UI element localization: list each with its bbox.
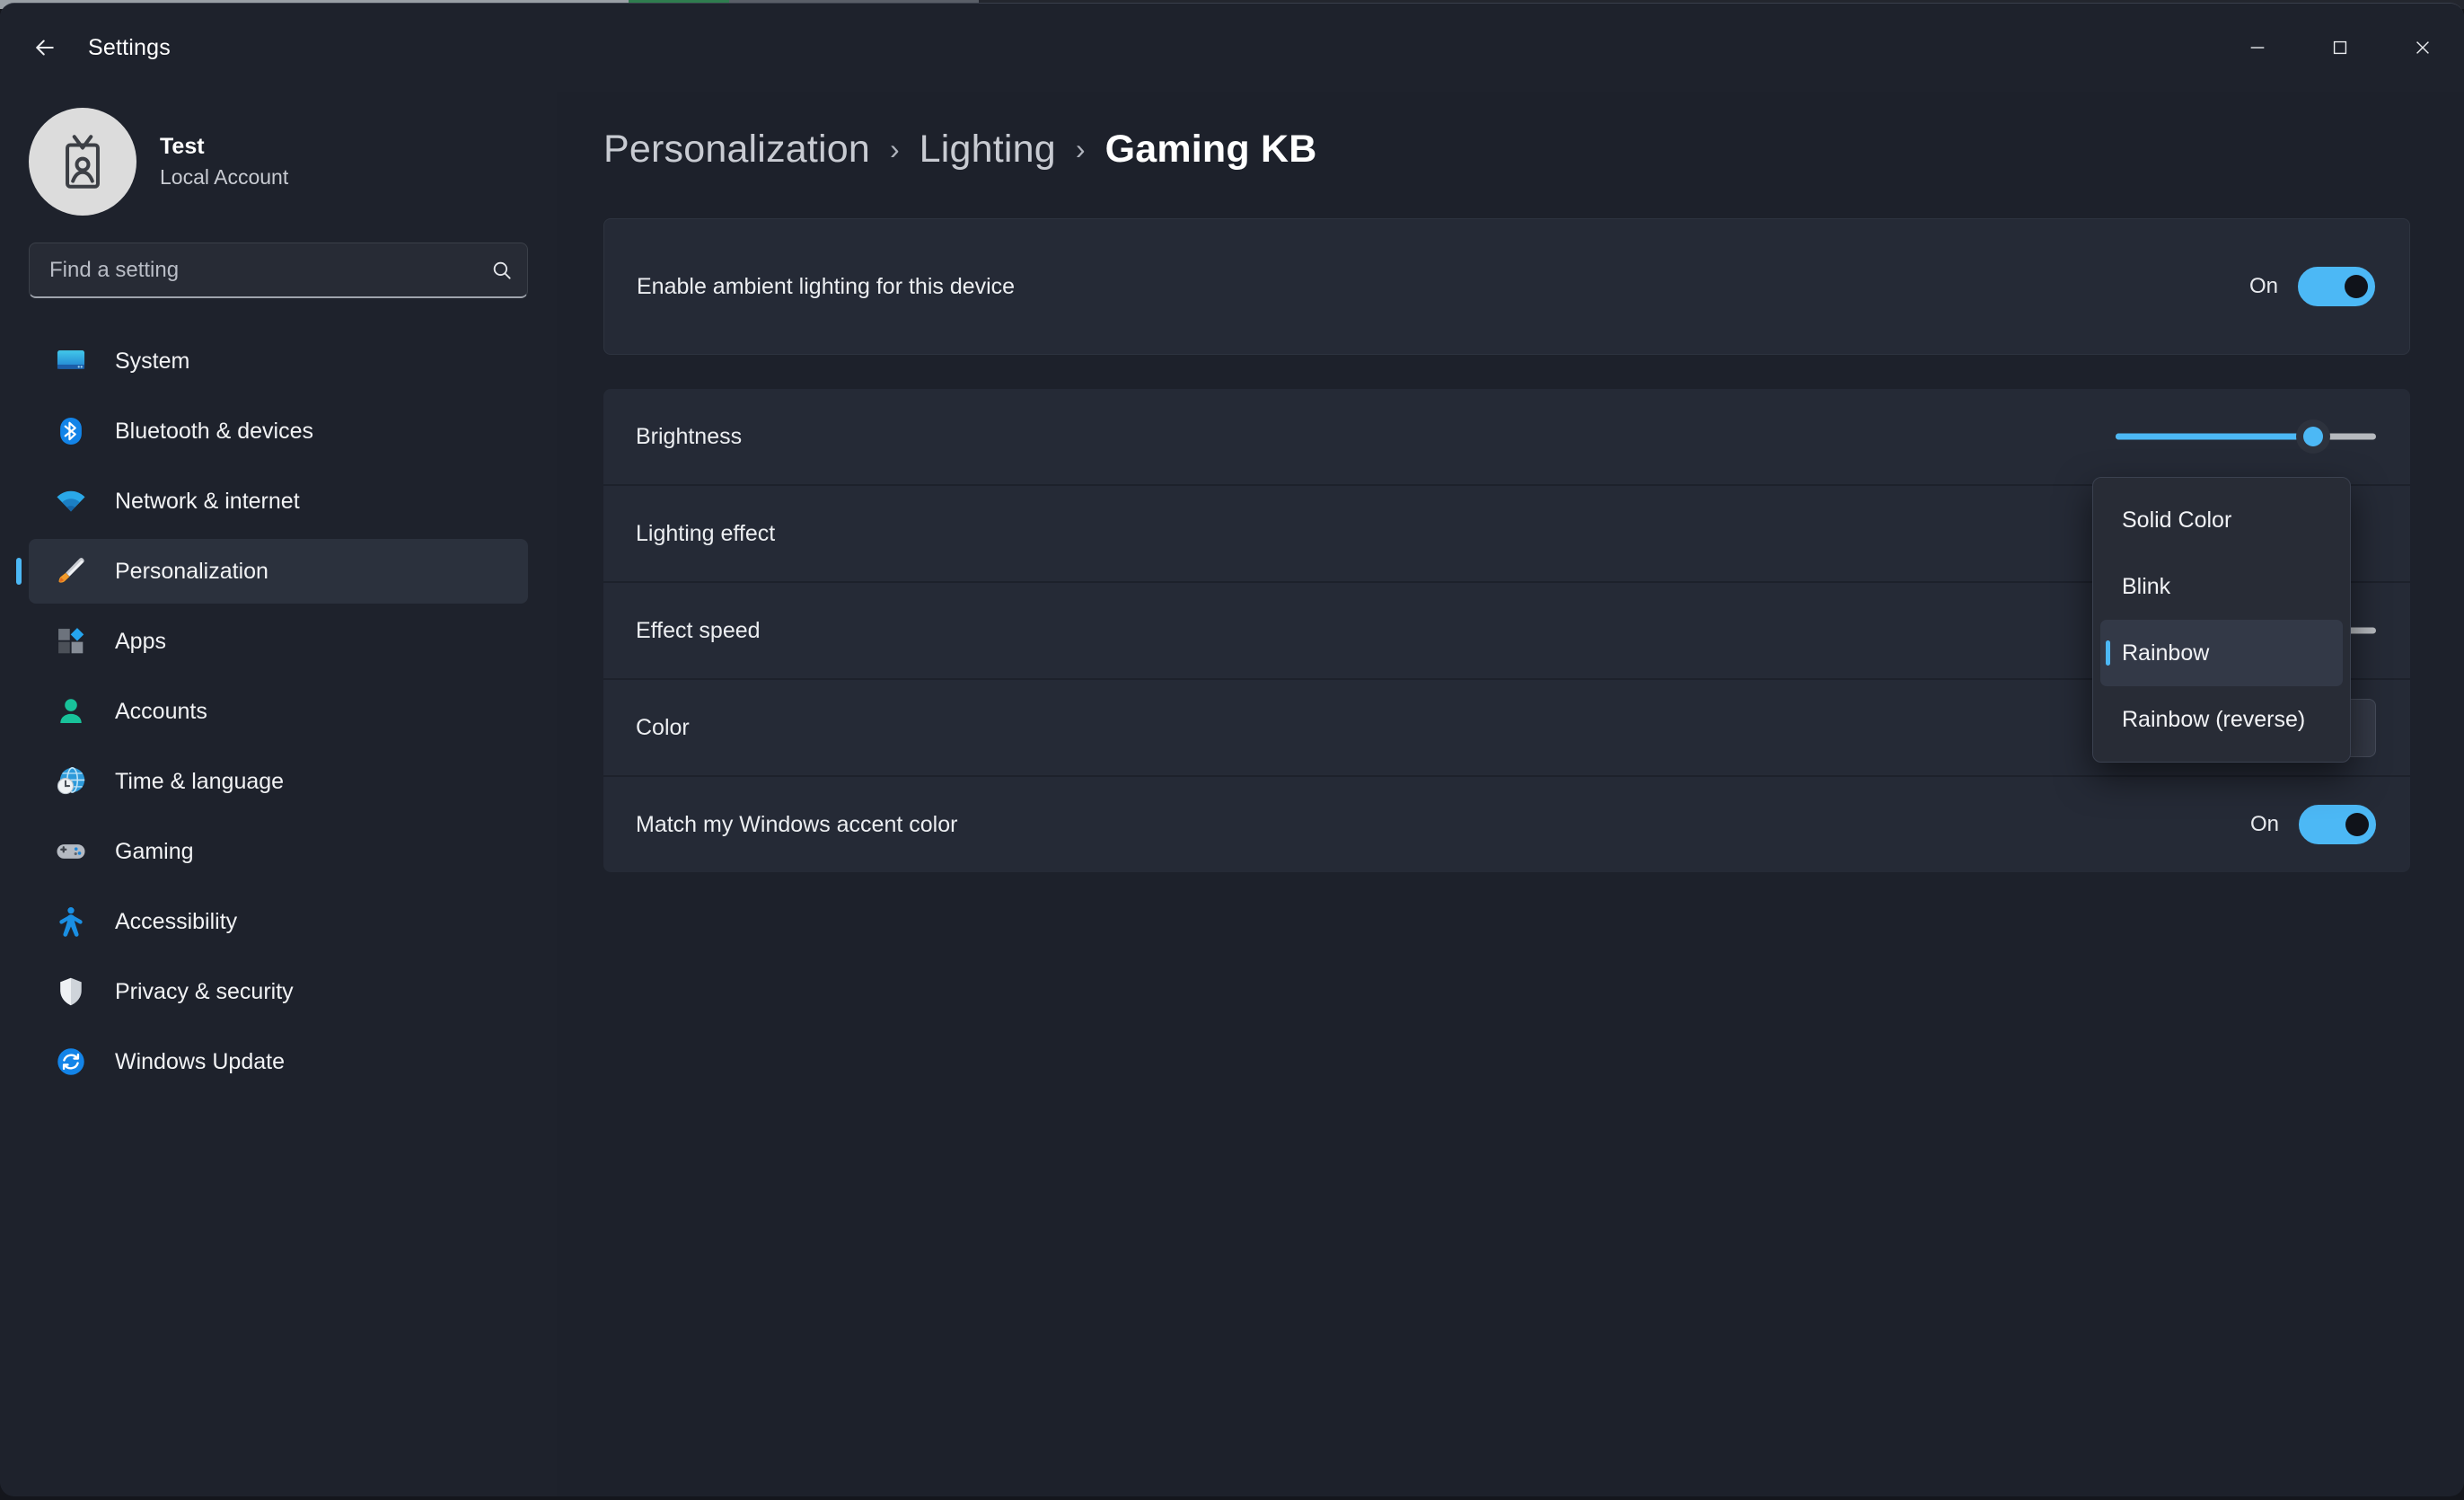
sidebar: Test Local Account Find a setting System… <box>0 92 557 1496</box>
dropdown-option-blink[interactable]: Blink <box>2100 553 2343 620</box>
sidebar-item-label: Time & language <box>115 768 285 794</box>
lighting-effect-label: Lighting effect <box>636 520 776 546</box>
lighting-effect-dropdown: Solid Color Blink Rainbow Rainbow (rever… <box>2092 477 2351 763</box>
toggle-knob <box>2345 813 2369 836</box>
search-icon <box>493 261 511 279</box>
ambient-lighting-toggle-group: On <box>2249 267 2375 306</box>
sidebar-item-label: Accounts <box>115 698 207 724</box>
chevron-right-icon: › <box>890 133 900 165</box>
accessibility-icon <box>50 904 92 940</box>
sidebar-item-label: Bluetooth & devices <box>115 418 313 444</box>
dropdown-option-rainbow-reverse[interactable]: Rainbow (reverse) <box>2100 686 2343 753</box>
ambient-lighting-toggle[interactable] <box>2298 267 2375 306</box>
brightness-row: Brightness <box>603 389 2410 484</box>
account-type: Local Account <box>160 165 289 190</box>
paintbrush-icon <box>50 553 92 589</box>
breadcrumb-lighting[interactable]: Lighting <box>920 128 1056 172</box>
account-block[interactable]: Test Local Account <box>0 92 557 216</box>
apps-icon <box>50 623 92 659</box>
window-title: Settings <box>88 34 171 60</box>
dropdown-option-solid-color[interactable]: Solid Color <box>2100 487 2343 553</box>
maximize-button[interactable] <box>2299 4 2381 92</box>
search-button[interactable] <box>477 259 527 282</box>
gamepad-icon <box>50 834 92 869</box>
color-label: Color <box>636 714 690 740</box>
sidebar-item-label: Apps <box>115 628 166 654</box>
ambient-lighting-toggle-state: On <box>2248 274 2278 298</box>
ambient-lighting-card: Enable ambient lighting for this device … <box>603 218 2410 355</box>
brightness-slider[interactable] <box>2116 417 2376 456</box>
match-accent-toggle-state: On <box>2249 812 2279 836</box>
slider-fill <box>2116 433 2314 440</box>
sidebar-item-accessibility[interactable]: Accessibility <box>29 889 528 954</box>
clock-globe-icon <box>50 763 92 799</box>
chevron-right-icon: › <box>1075 133 1086 165</box>
match-accent-label: Match my Windows accent color <box>636 811 958 837</box>
sidebar-item-apps[interactable]: Apps <box>29 609 528 674</box>
sidebar-item-label: Privacy & security <box>115 978 294 1004</box>
back-arrow-icon <box>36 40 54 56</box>
monitor-icon <box>50 343 92 379</box>
breadcrumb-personalization[interactable]: Personalization <box>603 128 870 172</box>
close-button[interactable] <box>2381 4 2464 92</box>
settings-window: Settings Test Local Account Find a setti… <box>0 3 2464 1496</box>
sidebar-item-label: System <box>115 348 190 374</box>
window-controls <box>2216 4 2464 92</box>
search-box[interactable] <box>29 243 528 298</box>
desktop-background: Settings Test Local Account Find a setti… <box>0 0 2464 1500</box>
account-name: Test <box>160 133 205 159</box>
sidebar-item-windows-update[interactable]: Windows Update <box>29 1029 528 1094</box>
minimize-button[interactable] <box>2216 4 2299 92</box>
title-bar: Settings <box>0 4 2464 92</box>
effect-speed-label: Effect speed <box>636 617 761 643</box>
brightness-label: Brightness <box>636 423 743 449</box>
breadcrumb: Personalization › Lighting › Gaming KB <box>557 92 2464 172</box>
main-content: Personalization › Lighting › Gaming KB E… <box>557 92 2464 1496</box>
toggle-knob <box>2345 275 2368 298</box>
minimize-icon <box>2250 47 2265 49</box>
page-title: Gaming KB <box>1104 128 1317 171</box>
slider-thumb[interactable] <box>2296 419 2331 454</box>
back-button[interactable] <box>16 19 74 76</box>
sidebar-item-label: Gaming <box>115 838 194 864</box>
match-accent-toggle[interactable] <box>2299 805 2376 844</box>
wifi-icon <box>50 483 92 519</box>
sidebar-item-label: Network & internet <box>115 488 300 514</box>
bluetooth-icon <box>50 413 92 449</box>
sidebar-item-network-internet[interactable]: Network & internet <box>29 469 528 534</box>
sidebar-item-privacy-security[interactable]: Privacy & security <box>29 959 528 1024</box>
sidebar-item-personalization[interactable]: Personalization <box>29 539 528 604</box>
match-accent-toggle-group: On <box>2250 805 2376 844</box>
person-icon <box>50 693 92 729</box>
sidebar-item-accounts[interactable]: Accounts <box>29 679 528 744</box>
sidebar-nav: System Bluetooth & devices Network & int… <box>0 329 557 1094</box>
settings-cards: Enable ambient lighting for this device … <box>557 172 2464 872</box>
search-input[interactable] <box>30 243 477 296</box>
sidebar-item-label: Accessibility <box>115 908 238 934</box>
sidebar-item-bluetooth-devices[interactable]: Bluetooth & devices <box>29 399 528 463</box>
sidebar-item-label: Personalization <box>115 558 268 584</box>
id-badge-icon <box>66 135 100 189</box>
dropdown-option-rainbow[interactable]: Rainbow <box>2100 620 2343 686</box>
avatar <box>29 108 136 216</box>
sidebar-item-system[interactable]: System <box>29 329 528 393</box>
sidebar-item-label: Windows Update <box>115 1048 285 1074</box>
ambient-lighting-label: Enable ambient lighting for this device <box>637 273 1016 299</box>
shield-icon <box>50 974 92 1010</box>
maximize-icon <box>2333 40 2347 55</box>
close-icon <box>2416 41 2429 54</box>
update-icon <box>50 1044 92 1080</box>
match-accent-row: Match my Windows accent color On <box>603 777 2410 872</box>
sidebar-item-gaming[interactable]: Gaming <box>29 819 528 884</box>
sidebar-item-time-language[interactable]: Time & language <box>29 749 528 814</box>
